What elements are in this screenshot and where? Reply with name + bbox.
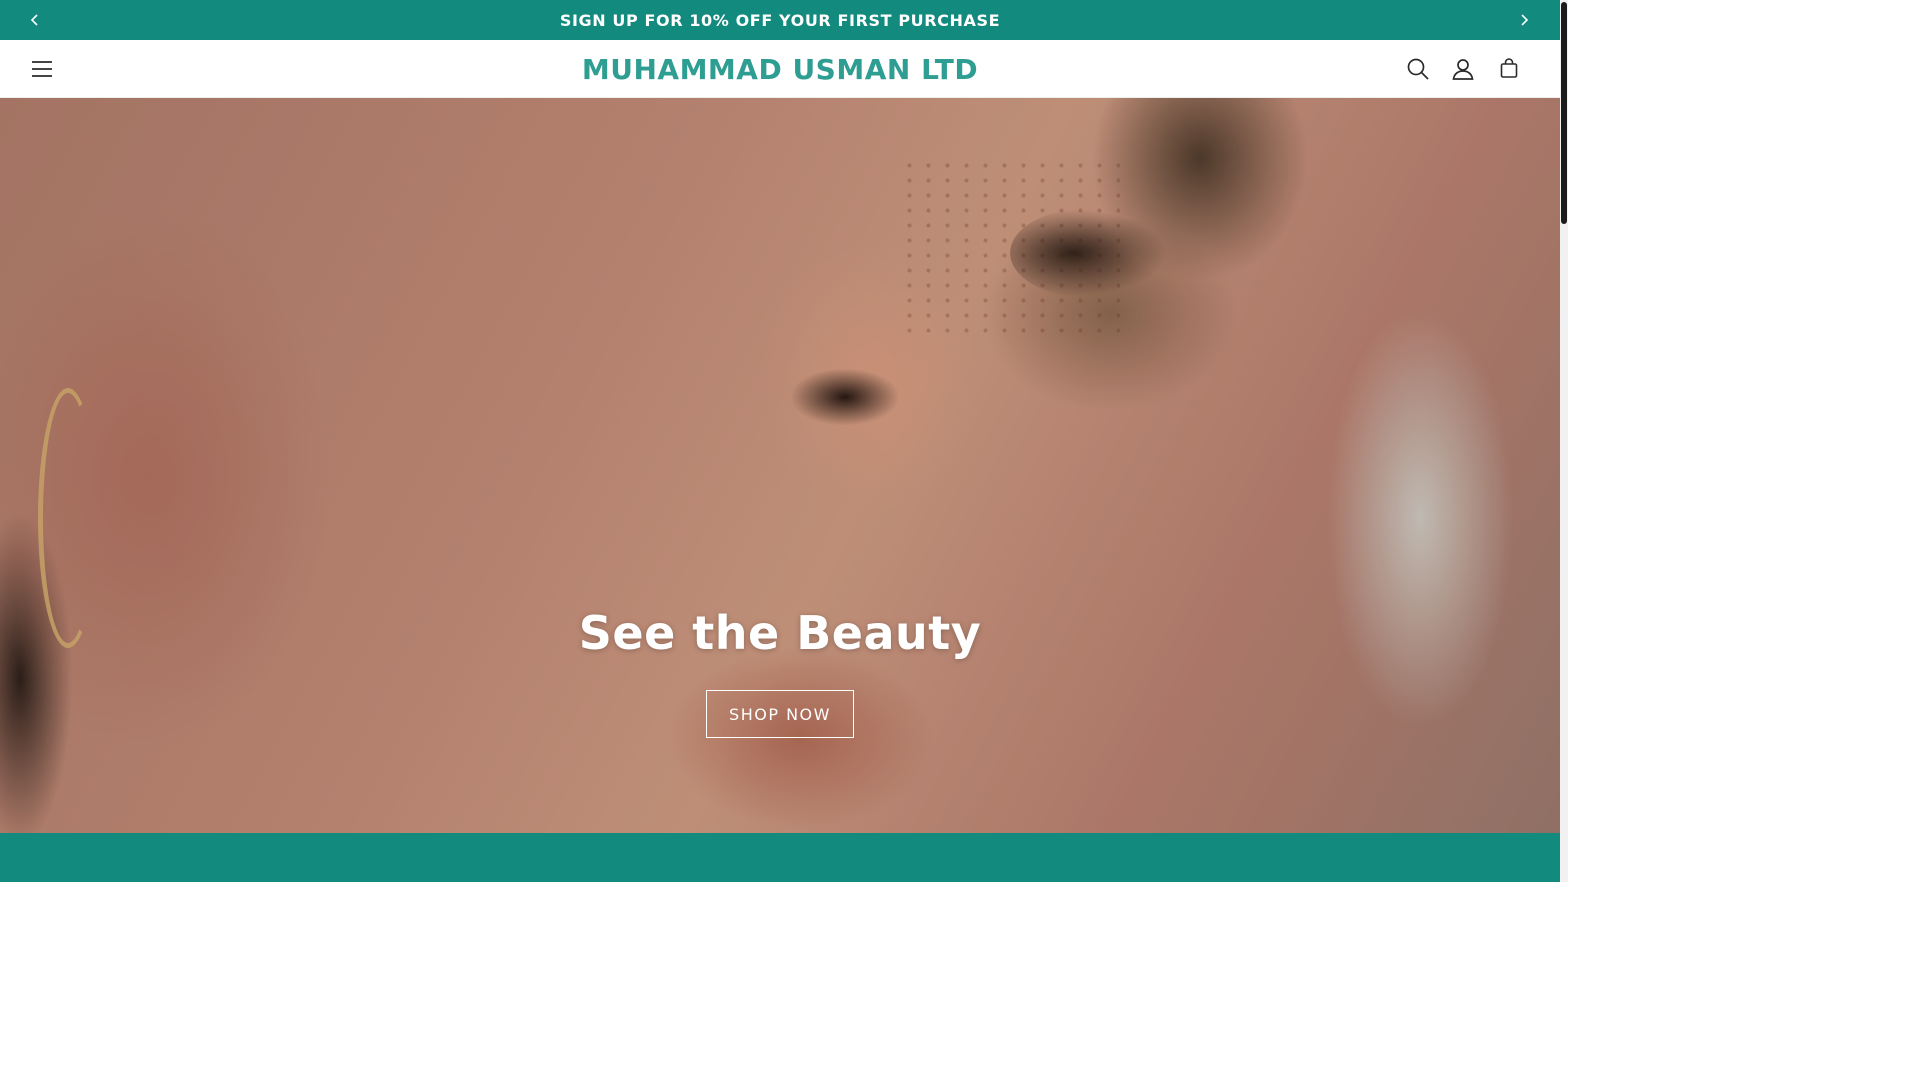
announcement-bar: SIGN UP FOR 10% OFF YOUR FIRST PURCHASE	[0, 0, 1560, 40]
hero-title: See the Beauty	[578, 606, 982, 660]
announcement-text[interactable]: SIGN UP FOR 10% OFF YOUR FIRST PURCHASE	[560, 11, 1000, 30]
account-button[interactable]	[1450, 56, 1476, 82]
menu-button[interactable]	[29, 57, 55, 81]
page-scrollbar[interactable]	[1560, 0, 1568, 882]
scrollbar-thumb[interactable]	[1561, 2, 1567, 224]
announcement-prev-button[interactable]	[24, 9, 46, 31]
chevron-left-icon	[30, 14, 38, 26]
hamburger-menu-icon	[32, 61, 52, 77]
hero-banner: See the Beauty SHOP NOW	[0, 98, 1560, 833]
search-button[interactable]	[1405, 56, 1431, 82]
next-section-band	[0, 833, 1560, 882]
announcement-next-button[interactable]	[1513, 9, 1535, 31]
search-icon	[1407, 58, 1429, 80]
chevron-right-icon	[1521, 14, 1529, 26]
site-logo[interactable]: MUHAMMAD USMAN LTD	[582, 53, 978, 86]
shop-now-button[interactable]: SHOP NOW	[706, 690, 854, 738]
logo-container: MUHAMMAD USMAN LTD	[0, 40, 1560, 98]
cart-button[interactable]	[1496, 56, 1522, 82]
account-icon	[1452, 59, 1474, 80]
hero-content: See the Beauty SHOP NOW	[0, 606, 1560, 738]
cart-icon	[1500, 58, 1518, 78]
site-header: MUHAMMAD USMAN LTD	[0, 40, 1560, 98]
